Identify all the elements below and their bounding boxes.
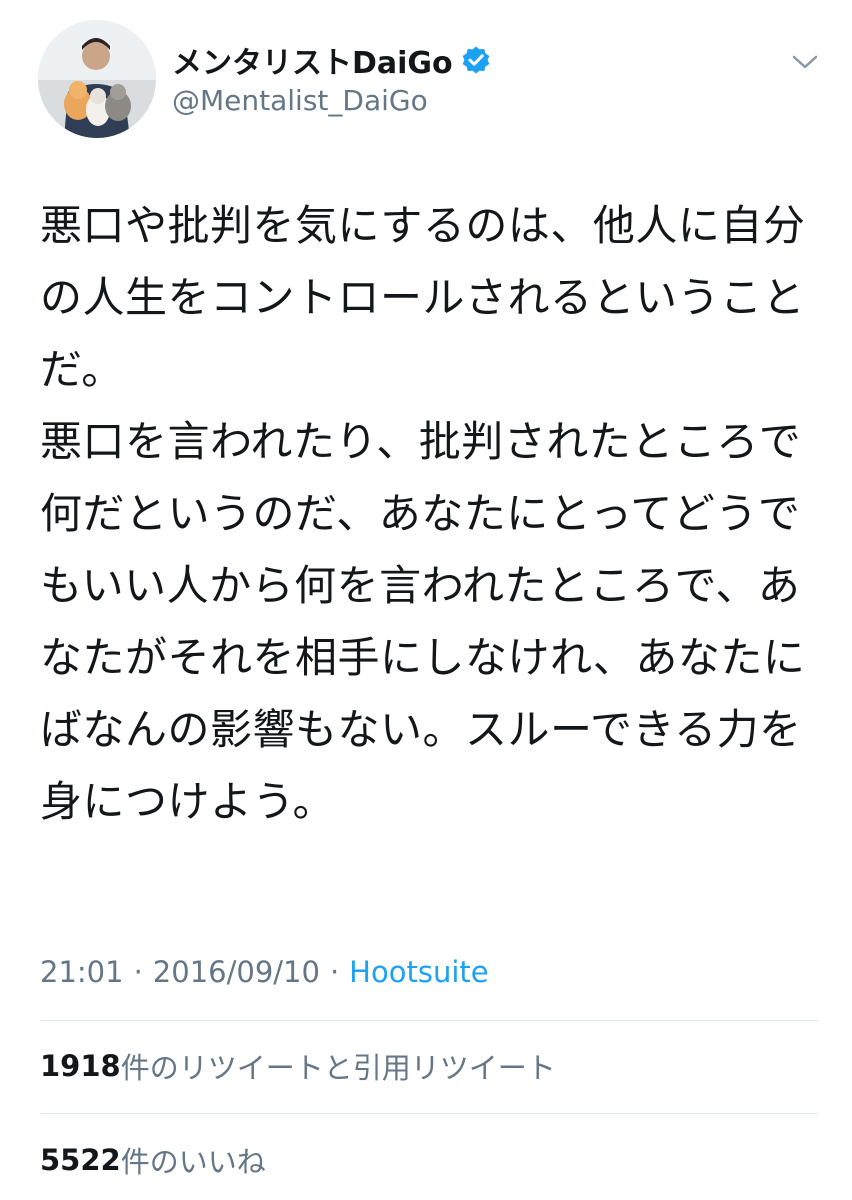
tweet-text: 悪口や批判を気にするのは、他人に自分の人生をコントロールされるということだ。 悪… (40, 201, 806, 826)
profile-avatar-icon (38, 20, 156, 138)
likes-stat[interactable]: 5522 件のいいね (40, 1138, 266, 1182)
display-name[interactable]: メンタリストDaiGo (172, 38, 453, 82)
tweet-meta: 21:01 · 2016/09/10 · Hootsuite (40, 950, 489, 994)
like-label: 件のいいね (120, 1145, 266, 1179)
avatar[interactable] (38, 20, 156, 138)
name-row: メンタリストDaiGo (172, 38, 491, 82)
tweet-date[interactable]: 2016/09/10 (153, 955, 320, 989)
tweet-source-link[interactable]: Hootsuite (349, 955, 488, 989)
tweet-header: メンタリストDaiGo @Mentalist_DaiGo (0, 0, 852, 160)
user-handle[interactable]: @Mentalist_DaiGo (172, 84, 428, 117)
divider (40, 1113, 818, 1114)
verified-badge-icon (461, 45, 491, 75)
meta-separator: · (329, 955, 340, 989)
tweet-time[interactable]: 21:01 (40, 955, 124, 989)
like-count: 5522 (40, 1143, 121, 1177)
retweets-stat[interactable]: 1918 件のリツイートと引用リツイート (40, 1044, 556, 1088)
divider (40, 1020, 818, 1021)
meta-separator: · (133, 955, 143, 989)
chevron-down-icon[interactable] (790, 50, 820, 74)
retweet-count: 1918 (40, 1049, 121, 1083)
retweet-label: 件のリツイートと引用リツイート (120, 1051, 556, 1085)
